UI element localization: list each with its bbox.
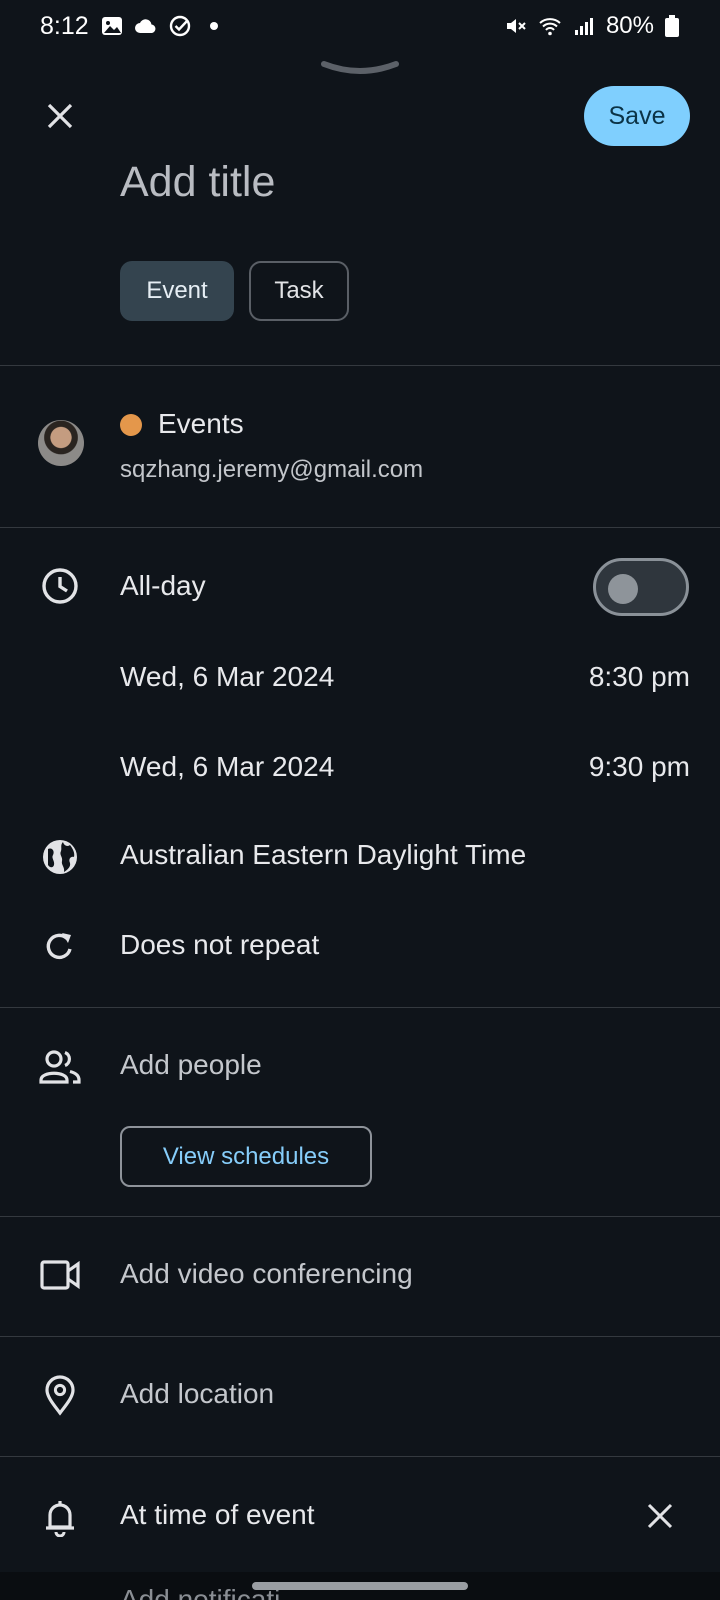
gallery-icon xyxy=(102,17,122,35)
cloud-icon xyxy=(135,19,156,33)
avatar[interactable] xyxy=(38,420,84,466)
view-schedules-button[interactable]: View schedules xyxy=(120,1126,372,1187)
calendar-color-dot xyxy=(120,414,142,436)
sheet-drag-handle[interactable] xyxy=(320,58,400,80)
divider xyxy=(0,1336,720,1337)
all-day-label: All-day xyxy=(120,570,206,601)
end-time[interactable]: 9:30 pm xyxy=(589,751,690,783)
divider xyxy=(0,527,720,528)
home-indicator[interactable] xyxy=(252,1582,468,1590)
divider xyxy=(0,1007,720,1008)
video-icon xyxy=(38,1253,82,1297)
close-button[interactable] xyxy=(36,92,84,140)
chip-event[interactable]: Event xyxy=(120,261,234,321)
timezone-label[interactable]: Australian Eastern Daylight Time xyxy=(120,839,526,871)
close-icon xyxy=(647,1503,673,1529)
bell-icon xyxy=(38,1495,82,1539)
status-system-icons: 80% xyxy=(504,12,680,40)
calendar-name[interactable]: Events xyxy=(158,408,244,440)
people-icon xyxy=(38,1045,82,1089)
divider xyxy=(0,1216,720,1217)
add-location[interactable]: Add location xyxy=(120,1378,274,1410)
clock-icon xyxy=(38,564,82,608)
repeat-icon xyxy=(38,925,82,969)
start-time[interactable]: 8:30 pm xyxy=(589,661,690,693)
mute-icon xyxy=(506,19,526,33)
save-button[interactable]: Save xyxy=(584,86,690,146)
wifi-icon xyxy=(539,18,561,36)
status-notification-icons xyxy=(100,14,226,38)
all-day-toggle[interactable] xyxy=(593,558,689,616)
notification-time[interactable]: At time of event xyxy=(120,1499,315,1531)
battery-percent: 80% xyxy=(605,12,654,39)
toggle-knob xyxy=(608,574,638,604)
remove-notification-button[interactable] xyxy=(636,1492,684,1540)
globe-icon xyxy=(38,835,82,879)
divider xyxy=(0,365,720,366)
battery-icon xyxy=(665,15,679,37)
signal-icon xyxy=(574,18,593,35)
status-time: 8:12 xyxy=(40,12,89,40)
dot-icon xyxy=(210,22,218,30)
status-bar: 8:12 80% xyxy=(0,0,720,52)
check-circle-icon xyxy=(169,15,191,37)
event-editor-screen: 8:12 80% Save Event Task Events sqzhang.… xyxy=(0,0,720,1600)
add-video-conferencing[interactable]: Add video conferencing xyxy=(120,1258,413,1290)
chip-task[interactable]: Task xyxy=(249,261,349,321)
title-input[interactable] xyxy=(120,154,660,210)
close-icon xyxy=(47,103,73,129)
add-people[interactable]: Add people xyxy=(120,1049,262,1081)
repeat-label[interactable]: Does not repeat xyxy=(120,929,319,961)
divider xyxy=(0,1456,720,1457)
start-date[interactable]: Wed, 6 Mar 2024 xyxy=(120,661,334,693)
end-date[interactable]: Wed, 6 Mar 2024 xyxy=(120,751,334,783)
calendar-email: sqzhang.jeremy@gmail.com xyxy=(120,456,424,483)
location-icon xyxy=(38,1373,82,1417)
